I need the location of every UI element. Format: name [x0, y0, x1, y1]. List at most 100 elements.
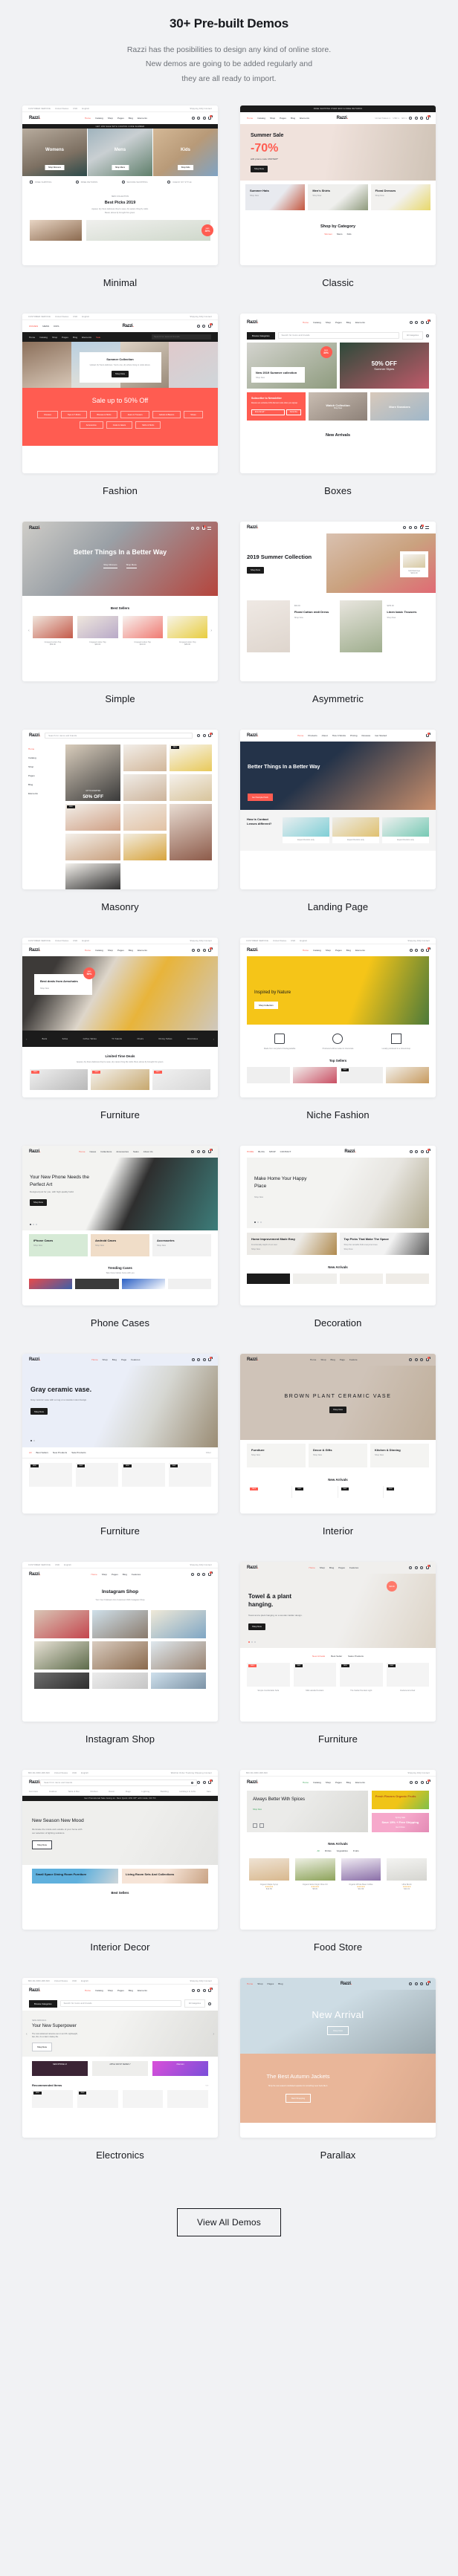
- hero-cta[interactable]: Shop Now: [251, 165, 268, 172]
- search-input[interactable]: Search for items and brands: [48, 735, 77, 737]
- search-icon[interactable]: [426, 334, 429, 337]
- newsletter-input[interactable]: Enter Email *: [251, 409, 285, 416]
- hero-cta[interactable]: Shop Now: [329, 1406, 346, 1413]
- brand-logo: Razzi: [337, 116, 348, 120]
- carousel-prev-icon[interactable]: ‹: [26, 2032, 28, 2037]
- demo-thumbnail-parallax[interactable]: Home Shop Pages Blog Razzi N: [240, 1978, 436, 2138]
- demo-thumbnail-furniture-1[interactable]: CUSTOMER SERVICE United States USD Engli…: [22, 938, 218, 1098]
- demo-thumbnail-instagram-shop[interactable]: CUSTOMER SERVICE USD English Shipping FA…: [22, 1562, 218, 1722]
- carousel-prev-icon[interactable]: ‹: [205, 2083, 206, 2087]
- hero-cta[interactable]: Shop Now: [30, 1408, 48, 1415]
- account-icon: [414, 1358, 418, 1362]
- carousel-prev-icon[interactable]: ‹: [26, 1037, 27, 1041]
- demo-grid: CUSTOMER SERVICE United States USD Engli…: [0, 86, 458, 2186]
- hero-cta[interactable]: Shop Collection: [254, 1001, 278, 1009]
- search-icon: [409, 949, 413, 953]
- mini-announce: FREE SHIPPING OVER $100 & FREE RETURNS: [240, 106, 436, 113]
- tile-kids[interactable]: Kids Shop Kids: [153, 129, 218, 177]
- hero-cta-mens[interactable]: Shop Mens: [126, 563, 137, 568]
- demo-label-simple: Simple: [105, 693, 135, 705]
- search-icon[interactable]: [208, 2002, 211, 2005]
- demo-thumbnail-food-store[interactable]: 800-60-0060-008-600 Shipping FAQ Contact…: [240, 1770, 436, 1930]
- demo-thumbnail-interior-decor[interactable]: 800-60-0060-008-600 United States USD En…: [22, 1770, 218, 1930]
- view-all-demos-button[interactable]: View All Demos: [177, 2208, 281, 2237]
- demo-label-interior-decor: Interior Decor: [90, 1941, 150, 1953]
- promo-tiles: NEW IPHONE 13 APPLE WATCH SERIES 7 iPad …: [22, 2057, 218, 2080]
- demo-thumbnail-masonry[interactable]: Razzi Search for items and brands Home C…: [22, 730, 218, 890]
- demo-thumbnail-niche-fashion[interactable]: CUSTOMER SERVICE United States USD Engli…: [240, 938, 436, 1098]
- cart-icon: [419, 524, 425, 530]
- carousel-next-icon[interactable]: ›: [213, 2032, 214, 2037]
- demo-cell-minimal: CUSTOMER SERVICE United States USD Engli…: [22, 106, 218, 314]
- hero-banner: 2019 Summer Collection Shop Now Gold Ear…: [240, 533, 436, 594]
- cart-icon: [208, 1779, 213, 1785]
- category-select[interactable]: All Categories: [184, 1999, 205, 2008]
- demo-thumbnail-decoration[interactable]: HOME BLOG SHOP CONTACT Razzi . Make Home…: [240, 1146, 436, 1306]
- hero-cta[interactable]: Shop Now: [253, 1808, 362, 1811]
- search-input[interactable]: Search for desired brands: [154, 336, 180, 338]
- promo-tiles: Small Space Dining Room Furniture Living…: [22, 1865, 218, 1887]
- demo-thumbnail-classic[interactable]: FREE SHIPPING OVER $100 & FREE RETURNS H…: [240, 106, 436, 266]
- demo-thumbnail-simple[interactable]: Razzi Better Things In a Better Way Shop…: [22, 522, 218, 682]
- filter-button[interactable]: Filter: [206, 1452, 211, 1454]
- tile-cta[interactable]: Shop Womens: [45, 165, 65, 171]
- newsletter-submit[interactable]: Subscribe: [286, 409, 301, 416]
- cart-icon: [208, 1356, 213, 1362]
- browse-categories-button[interactable]: Browse Categories: [247, 331, 275, 340]
- hero-cta[interactable]: Shop Now: [254, 1196, 314, 1198]
- demo-thumbnail-fashion[interactable]: CUSTOMER SERVICE United States USD Engli…: [22, 314, 218, 474]
- tile-womens[interactable]: Womens Shop Womens: [22, 129, 87, 177]
- price-badge: $29.90: [387, 1581, 397, 1592]
- wishlist-icon: [420, 1358, 424, 1362]
- cart-icon: [426, 319, 430, 325]
- hero-cta[interactable]: Shop Now: [327, 2025, 349, 2035]
- search-input[interactable]: Search for items and brands: [44, 1782, 72, 1784]
- demo-thumbnail-boxes[interactable]: Razzi Home Catalog Shop Pages Blog Eleme…: [240, 314, 436, 474]
- search-input[interactable]: Search for items and brands: [282, 334, 310, 337]
- hero-cta[interactable]: Get Sample Pack: [248, 793, 273, 801]
- cart-icon: [208, 114, 213, 120]
- hero-cta[interactable]: Shop Now: [248, 1623, 265, 1630]
- demo-thumbnail-electronics[interactable]: 800-60-0060-008-600 United States USD En…: [22, 1978, 218, 2138]
- hero-cta[interactable]: Shop Now: [112, 370, 129, 377]
- carousel-prev-icon[interactable]: [253, 1823, 257, 1829]
- search-input[interactable]: Search for items and brands: [64, 2002, 92, 2005]
- hero-cta[interactable]: Shop Now: [32, 2043, 52, 2052]
- hero-banner: NEW ARRIVALS Your New Superpower The mos…: [22, 2011, 218, 2057]
- search-icon: [409, 1566, 413, 1570]
- demo-label-decoration: Decoration: [314, 1317, 362, 1329]
- hero-banner: Summer Collection Upload, fly! Semi-deli…: [22, 342, 218, 389]
- demo-cell-electronics: 800-60-0060-008-600 United States USD En…: [22, 1978, 218, 2186]
- category-select[interactable]: All Categories: [401, 331, 423, 340]
- demo-thumbnail-furniture-3[interactable]: Razzi Home Shop Blog Pages Features: [240, 1562, 436, 1722]
- demo-thumbnail-minimal[interactable]: CUSTOMER SERVICE United States USD Engli…: [22, 106, 218, 266]
- carousel-next-icon[interactable]: ›: [210, 629, 212, 633]
- carousel-next-icon[interactable]: ›: [207, 2083, 208, 2087]
- search-icon: [191, 1573, 195, 1577]
- account-icon: [414, 1982, 418, 1986]
- demo-thumbnail-asymmetric[interactable]: Razzi 2019 Summer Collection Shop Now: [240, 522, 436, 682]
- carousel-next-icon[interactable]: [259, 1823, 264, 1829]
- brand-logo: Razzi: [123, 324, 134, 328]
- promo-cta[interactable]: Start Shopping: [285, 2093, 312, 2103]
- hero-banner: New Arrival Shop Now: [240, 1990, 436, 2054]
- hero-cta[interactable]: Shop Now: [32, 1840, 52, 1849]
- brand-logo: Razzi: [29, 1149, 40, 1154]
- hero-cta[interactable]: Shop Now: [247, 566, 264, 574]
- carousel-next-icon[interactable]: ›: [213, 1037, 214, 1041]
- hero-cta-womens[interactable]: Shop Womens: [103, 563, 117, 568]
- browse-categories-button[interactable]: Browse Categories: [29, 1999, 57, 2008]
- wishlist-icon: [202, 949, 206, 953]
- tile-mens[interactable]: Mens Shop Mens: [88, 129, 152, 177]
- hero-cta[interactable]: Shop Now: [30, 1198, 47, 1206]
- demo-thumbnail-interior[interactable]: Razzi Home Shop Blog Page Feature: [240, 1354, 436, 1514]
- search-icon[interactable]: [191, 1781, 193, 1784]
- demo-thumbnail-furniture-2[interactable]: Razzi Home Shop Blog Page Features: [22, 1354, 218, 1514]
- search-icon: [409, 117, 413, 120]
- wishlist-icon: [420, 117, 424, 120]
- carousel-prev-icon[interactable]: ‹: [28, 629, 30, 633]
- demo-thumbnail-phone-cases[interactable]: Razzi Home Cases Collections Accessories…: [22, 1146, 218, 1306]
- wishlist-icon: [202, 734, 206, 738]
- demo-cell-interior: Razzi Home Shop Blog Page Feature: [240, 1354, 436, 1562]
- demo-thumbnail-landing-page[interactable]: Razzi Home Products About How It Works P…: [240, 730, 436, 890]
